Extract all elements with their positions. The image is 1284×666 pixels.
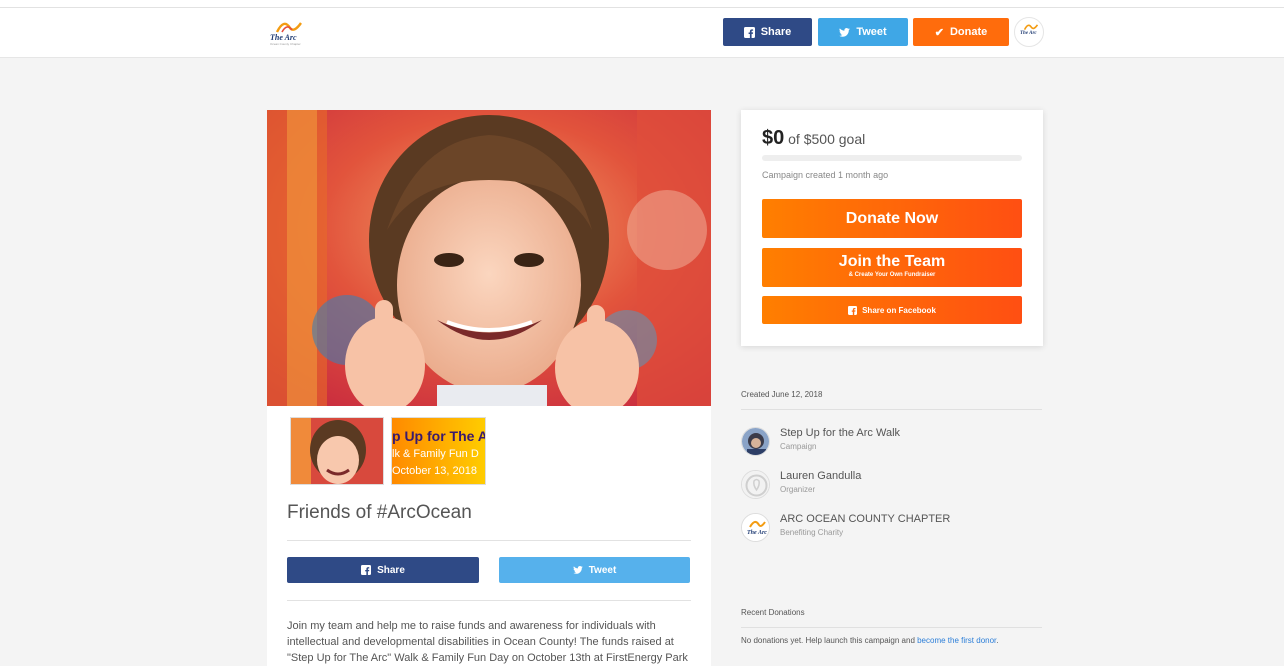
no-donations-message: No donations yet. Help launch this campa… [741, 635, 1041, 647]
campaign-photo-icon [742, 428, 769, 455]
goal-progress-bar [762, 155, 1022, 161]
created-date: Created June 12, 2018 [741, 390, 823, 399]
default-user-icon [742, 471, 769, 498]
child-thumbnail-image [291, 418, 383, 484]
campaign-tweet-button[interactable]: Tweet [499, 557, 690, 583]
become-first-donor-link[interactable]: become the first donor [917, 636, 996, 645]
donation-card: $0 of $500 goal Campaign created 1 month… [741, 110, 1043, 346]
raised-amount: $0 [762, 127, 785, 149]
logo-name: The Arc [270, 33, 297, 42]
organizer-link[interactable]: Lauren Gandulla Organizer [741, 470, 1041, 502]
arc-swoosh-icon [276, 22, 302, 33]
gallery-thumbnail-photo[interactable] [290, 417, 384, 485]
organizer-avatar [741, 470, 770, 499]
event-thumb-title: p Up for The A [392, 428, 486, 444]
person-name: ARC OCEAN COUNTY CHAPTER [780, 513, 951, 525]
browser-top-edge [0, 0, 1284, 8]
person-name: Step Up for the Arc Walk [780, 427, 901, 439]
campaign-tweet-label: Tweet [588, 564, 617, 576]
gallery-thumbnail-event[interactable]: p Up for The A lk & Family Fun D October… [391, 417, 486, 485]
logo-tagline: Ocean County Chapter [270, 42, 301, 46]
charity-avatar: The Arc [741, 513, 770, 542]
join-team-label: Join the Team [838, 253, 946, 270]
campaign-description: Join my team and help me to raise funds … [287, 620, 688, 664]
campaign-share-button[interactable]: Share [287, 557, 479, 583]
no-donations-text: No donations yet. Help launch this campa… [741, 636, 918, 645]
header-donate-label: Donate [949, 26, 988, 38]
checkmark-icon: ✔ [934, 26, 944, 39]
campaign-created-ago: Campaign created 1 month ago [762, 170, 889, 180]
arc-logo[interactable]: The Arc Ocean County Chapter [268, 18, 308, 48]
share-facebook-label: Share on Facebook [862, 305, 936, 315]
avatar-logo-name: The Arc [1020, 31, 1037, 36]
join-team-sublabel: & Create Your Own Fundraiser [848, 272, 936, 278]
twitter-icon [572, 566, 583, 574]
recent-donations-label: Recent Donations [741, 608, 805, 617]
header-donate-button[interactable]: ✔ Donate [913, 18, 1009, 46]
donations-divider [741, 627, 1042, 628]
svg-text:The Arc: The Arc [747, 530, 767, 536]
no-donations-end: . [996, 636, 999, 645]
charity-link[interactable]: The Arc ARC OCEAN COUNTY CHAPTER Benefit… [741, 513, 1041, 545]
campaign-card: p Up for The A lk & Family Fun D October… [267, 110, 711, 666]
arc-logo-icon: The Arc [742, 514, 769, 541]
campaign-share-label: Share [377, 564, 405, 576]
donate-now-button[interactable]: Donate Now [762, 199, 1022, 238]
person-role: Benefiting Charity [780, 528, 844, 537]
campaign-title: Friends of #ArcOcean [287, 502, 472, 523]
campaign-avatar [741, 427, 770, 456]
person-role: Organizer [780, 485, 816, 494]
event-thumb-date: October 13, 2018 [392, 465, 478, 477]
header-share-label: Share [760, 26, 792, 38]
smiling-child-photo [267, 110, 711, 406]
goal-text: of $500 goal [788, 131, 866, 147]
goal-summary: $0 of $500 goal [762, 127, 865, 150]
join-team-button[interactable]: Join the Team & Create Your Own Fundrais… [762, 248, 1022, 287]
meta-divider [741, 409, 1042, 410]
facebook-icon [743, 26, 755, 38]
event-thumb-subtitle: lk & Family Fun D [392, 448, 479, 460]
charity-avatar-icon[interactable]: The Arc [1014, 17, 1044, 47]
twitter-icon [839, 27, 851, 37]
title-divider [287, 540, 691, 541]
arc-swoosh-icon [1024, 24, 1038, 31]
campaign-hero-image [267, 110, 711, 406]
header-share-button[interactable]: Share [723, 18, 812, 46]
campaign-link[interactable]: Step Up for the Arc Walk Campaign [741, 427, 1041, 459]
share-facebook-button[interactable]: Share on Facebook [762, 296, 1022, 324]
person-name: Lauren Gandulla [780, 470, 862, 482]
person-role: Campaign [780, 442, 817, 451]
site-header: The Arc Ocean County Chapter Share Tweet… [0, 8, 1284, 58]
header-tweet-label: Tweet [856, 26, 887, 38]
facebook-icon [848, 305, 858, 315]
header-tweet-button[interactable]: Tweet [818, 18, 908, 46]
facebook-icon [361, 565, 372, 575]
buttons-divider [287, 600, 691, 601]
